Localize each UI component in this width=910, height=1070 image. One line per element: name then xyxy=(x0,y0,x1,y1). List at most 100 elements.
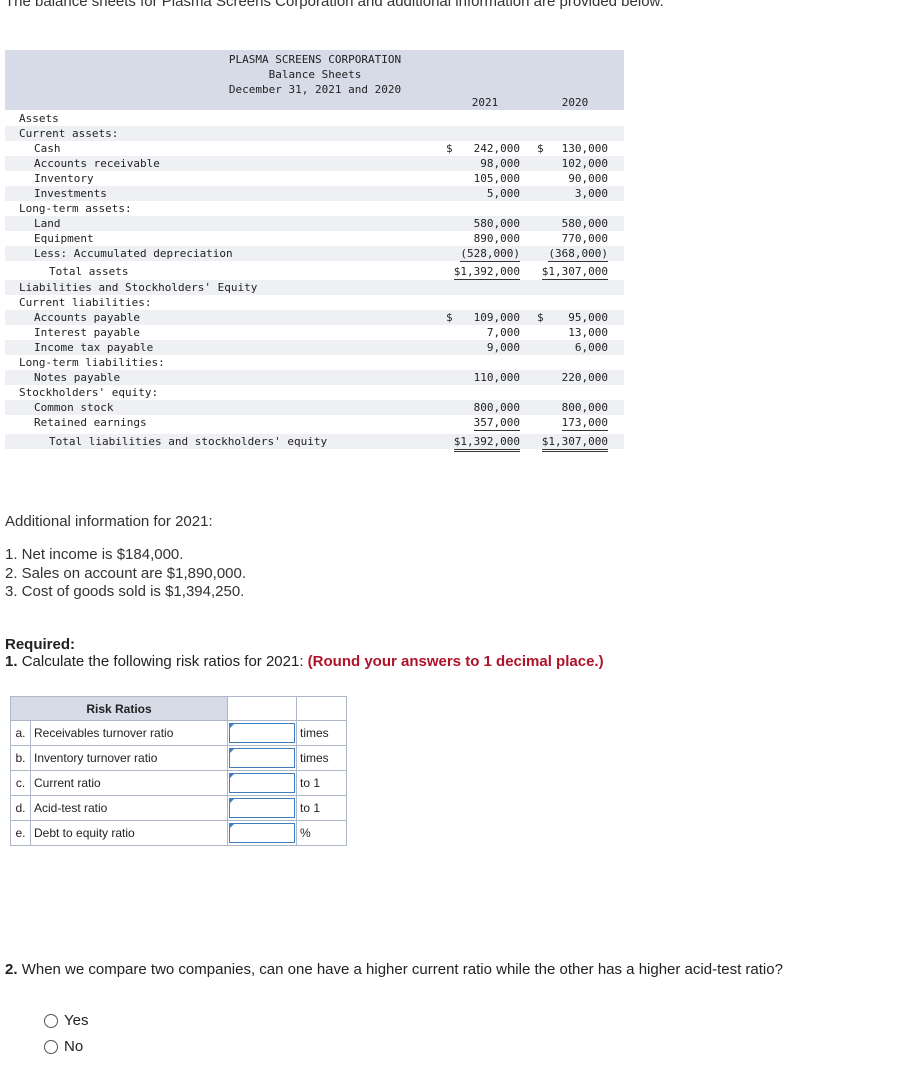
ratio-answer-input[interactable] xyxy=(229,723,295,743)
currency-symbol: $ xyxy=(446,311,453,324)
balance-sheet-row: Accounts payable $109,000 $95,000 xyxy=(5,310,624,325)
question-1-number: 1. xyxy=(5,653,18,670)
option-yes[interactable]: Yes xyxy=(44,1012,88,1029)
value-2020: 13,000 xyxy=(568,326,608,339)
risk-ratio-row: c. Current ratio to 1 xyxy=(10,770,347,796)
value-2021: $1,392,000 xyxy=(453,434,520,452)
row-label: Current liabilities: xyxy=(19,296,152,309)
additional-info-item: 1. Net income is $184,000. xyxy=(5,546,184,563)
value-2020: 95,000 xyxy=(568,311,608,324)
intro-text: The balance sheets for Plasma Screens Co… xyxy=(5,0,664,10)
ratio-unit: to 1 xyxy=(296,795,347,821)
ratio-answer-input[interactable] xyxy=(229,798,295,818)
ratio-answer-cell xyxy=(227,820,297,846)
risk-ratio-row: d. Acid-test ratio to 1 xyxy=(10,795,347,821)
additional-info-item: 2. Sales on account are $1,890,000. xyxy=(5,564,247,582)
statement-date: December 31, 2021 and 2020 xyxy=(228,83,402,96)
ratio-answer-cell xyxy=(227,745,297,771)
ratio-name: Acid-test ratio xyxy=(30,795,228,821)
question-2-text: When we compare two companies, can one h… xyxy=(21,961,783,978)
ratio-answer-input[interactable] xyxy=(229,773,295,793)
row-label: Stockholders' equity: xyxy=(19,386,159,399)
ratio-unit: times xyxy=(296,745,347,771)
value-2021: 890,000 xyxy=(473,232,520,245)
balance-sheet-row: Stockholders' equity: xyxy=(5,385,624,400)
balance-sheet-row: Long-term assets: xyxy=(5,201,624,216)
currency-symbol: $ xyxy=(537,311,544,324)
company-name: PLASMA SCREENS CORPORATION xyxy=(228,53,402,66)
ratio-unit: times xyxy=(296,720,347,746)
row-letter: c. xyxy=(10,770,31,796)
risk-ratios-table: Risk Ratios a. Receivables turnover ratio… xyxy=(10,696,347,846)
row-label: Less: Accumulated depreciation xyxy=(34,247,233,260)
value-2020: 102,000 xyxy=(561,157,608,170)
year-2020-header: 2020 xyxy=(561,96,589,109)
balance-sheet-row: Cash $242,000 $130,000 xyxy=(5,141,624,156)
value-2020: 3,000 xyxy=(574,187,608,200)
row-label: Total assets xyxy=(49,265,129,278)
row-label: Liabilities and Stockholders' Equity xyxy=(19,281,258,294)
risk-ratio-row: a. Receivables turnover ratio times xyxy=(10,720,347,746)
balance-sheet-row: Long-term liabilities: xyxy=(5,355,624,370)
ratio-name: Inventory turnover ratio xyxy=(30,745,228,771)
option-yes-label: Yes xyxy=(64,1012,89,1029)
balance-sheet-header: PLASMA SCREENS CORPORATION Balance Sheet… xyxy=(5,50,624,110)
row-label: Assets xyxy=(19,112,59,125)
additional-info-list: 1. Net income is $184,000. 2. Sales on a… xyxy=(5,546,246,602)
row-label: Retained earnings xyxy=(34,416,147,429)
row-label: Current assets: xyxy=(19,127,119,140)
question-1: 1. Calculate the following risk ratios f… xyxy=(5,653,604,670)
balance-sheet-row: Income tax payable 9,000 6,000 xyxy=(5,340,624,355)
row-letter: b. xyxy=(10,745,31,771)
radio-yes[interactable] xyxy=(44,1013,58,1028)
row-label: Common stock xyxy=(34,401,114,414)
row-label: Cash xyxy=(34,142,61,155)
balance-sheet-row: Liabilities and Stockholders' Equity xyxy=(5,280,624,295)
question-2-number: 2. xyxy=(5,961,18,978)
ratio-answer-input[interactable] xyxy=(229,748,295,768)
row-letter: a. xyxy=(10,720,31,746)
row-label: Inventory xyxy=(34,172,94,185)
balance-sheet-row: Retained earnings 357,000 173,000 xyxy=(5,415,624,431)
row-label: Land xyxy=(34,217,61,230)
input-marker-icon xyxy=(229,823,235,829)
row-label: Accounts receivable xyxy=(34,157,160,170)
value-2020: (368,000) xyxy=(548,247,608,262)
option-no[interactable]: No xyxy=(44,1038,83,1055)
risk-ratio-row: b. Inventory turnover ratio times xyxy=(10,745,347,771)
ratio-answer-input[interactable] xyxy=(229,823,295,843)
balance-sheet-row: Total liabilities and stockholders' equi… xyxy=(5,434,624,452)
balance-sheet-row: Inventory 105,000 90,000 xyxy=(5,171,624,186)
balance-sheet-row: Common stock 800,000 800,000 xyxy=(5,400,624,415)
row-label: Investments xyxy=(34,187,107,200)
risk-ratio-row: e. Debt to equity ratio% xyxy=(10,820,347,846)
ratio-unit: % xyxy=(296,820,347,846)
balance-sheet-row: Notes payable 110,000 220,000 xyxy=(5,370,624,385)
value-2021: 105,000 xyxy=(473,172,520,185)
statement-title: Balance Sheets xyxy=(268,68,362,81)
balance-sheet-row: Assets xyxy=(5,111,624,126)
radio-no[interactable] xyxy=(44,1039,58,1054)
row-label: Notes payable xyxy=(34,371,121,384)
balance-sheet-row: Accounts receivable 98,000 102,000 xyxy=(5,156,624,171)
value-2021: (528,000) xyxy=(460,247,520,262)
balance-sheet-row: Total assets $1,392,000 $1,307,000 xyxy=(5,264,624,282)
value-2021: 9,000 xyxy=(486,341,520,354)
value-2021: 7,000 xyxy=(486,326,520,339)
input-marker-icon xyxy=(229,723,235,729)
row-label: Long-term assets: xyxy=(19,202,132,215)
risk-ratios-header: Risk Ratios xyxy=(10,696,228,721)
value-2020: 6,000 xyxy=(574,341,608,354)
ratio-name: Receivables turnover ratio xyxy=(30,720,228,746)
row-label: Interest payable xyxy=(34,326,140,339)
value-2020: 173,000 xyxy=(561,416,608,431)
value-2020: 770,000 xyxy=(561,232,608,245)
value-2020: 800,000 xyxy=(561,401,608,414)
ratio-name: Debt to equity ratio xyxy=(30,820,228,846)
ratio-answer-cell xyxy=(227,770,297,796)
question-2: 2. When we compare two companies, can on… xyxy=(5,961,783,978)
year-2021-header: 2021 xyxy=(471,96,499,109)
input-marker-icon xyxy=(229,773,235,779)
value-2021: 580,000 xyxy=(473,217,520,230)
value-2020: 130,000 xyxy=(561,142,608,155)
